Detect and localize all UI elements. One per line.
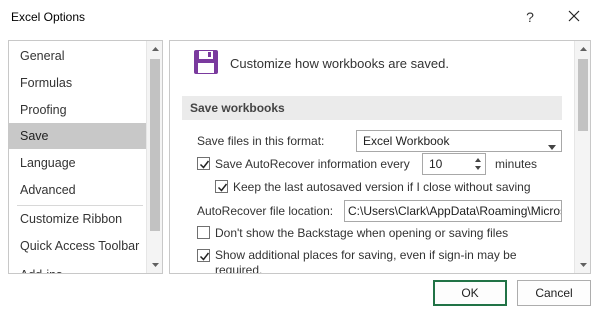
show-places-label-line2: required. [215, 263, 263, 274]
autorecover-location-value: C:\Users\Clark\AppData\Roaming\Microsoft… [348, 204, 561, 218]
section-header: Save workbooks [182, 96, 562, 120]
checkmark-icon [199, 160, 210, 169]
nav-item-proofing[interactable]: Proofing [9, 97, 146, 123]
checkmark-icon [199, 252, 210, 261]
floppy-disk-icon [193, 49, 219, 75]
show-places-label-line1: Show additional places for saving, even … [215, 248, 517, 262]
spinner-buttons[interactable] [471, 154, 485, 174]
nav-item-language[interactable]: Language [9, 150, 146, 176]
content-scroll-thumb[interactable] [578, 59, 588, 131]
show-places-checkbox[interactable] [197, 249, 210, 262]
nav-item-customize-ribbon[interactable]: Customize Ribbon [9, 206, 146, 232]
checkmark-icon [217, 183, 228, 192]
autorecover-minutes-spinner[interactable]: 10 [422, 153, 486, 175]
autorecover-location-field[interactable]: C:\Users\Clark\AppData\Roaming\Microsoft… [344, 200, 562, 222]
nav-item-advanced[interactable]: Advanced [9, 177, 146, 203]
format-label: Save files in this format: [197, 134, 325, 148]
scroll-up-arrow-icon[interactable] [575, 41, 590, 57]
autorecover-label: Save AutoRecover information every [215, 157, 410, 171]
close-button[interactable] [560, 5, 588, 29]
spin-up-icon[interactable] [475, 158, 481, 162]
ok-button[interactable]: OK [433, 280, 507, 306]
section-title: Save workbooks [190, 101, 285, 115]
nav-scrollbar[interactable] [146, 41, 162, 273]
cancel-button[interactable]: Cancel [517, 280, 591, 306]
scroll-up-arrow-icon[interactable] [147, 41, 162, 57]
keep-last-checkbox[interactable] [215, 180, 228, 193]
no-backstage-label: Don't show the Backstage when opening or… [215, 226, 509, 240]
scroll-down-arrow-icon[interactable] [147, 257, 162, 273]
scroll-down-arrow-icon[interactable] [575, 257, 590, 273]
nav-item-add-ins[interactable]: Add-ins [9, 262, 146, 273]
chevron-down-icon [548, 139, 556, 153]
autorecover-minutes-value: 10 [429, 157, 443, 171]
nav-item-save[interactable]: Save [9, 123, 146, 149]
title-bar: Excel Options ? [0, 0, 600, 34]
keep-last-label: Keep the last autosaved version if I clo… [233, 180, 531, 194]
file-format-value: Excel Workbook [363, 134, 450, 148]
spin-down-icon[interactable] [475, 166, 481, 170]
page-headline: Customize how workbooks are saved. [230, 56, 449, 71]
options-nav: General Formulas Proofing Save Language … [8, 40, 163, 274]
nav-scroll-thumb[interactable] [150, 59, 160, 231]
window-title: Excel Options [11, 10, 86, 24]
save-options-panel: Customize how workbooks are saved. Save … [169, 40, 591, 274]
autorecover-checkbox[interactable] [197, 157, 210, 170]
minutes-label: minutes [495, 157, 538, 171]
no-backstage-checkbox[interactable] [197, 226, 210, 239]
nav-item-quick-access-toolbar[interactable]: Quick Access Toolbar [9, 233, 146, 259]
nav-item-formulas[interactable]: Formulas [9, 70, 146, 96]
file-format-select[interactable]: Excel Workbook [356, 130, 562, 152]
nav-item-general[interactable]: General [9, 43, 146, 69]
content-scrollbar[interactable] [574, 41, 590, 273]
autorecover-location-label: AutoRecover file location: [197, 204, 334, 218]
close-icon [568, 10, 580, 22]
help-button[interactable]: ? [518, 6, 542, 28]
